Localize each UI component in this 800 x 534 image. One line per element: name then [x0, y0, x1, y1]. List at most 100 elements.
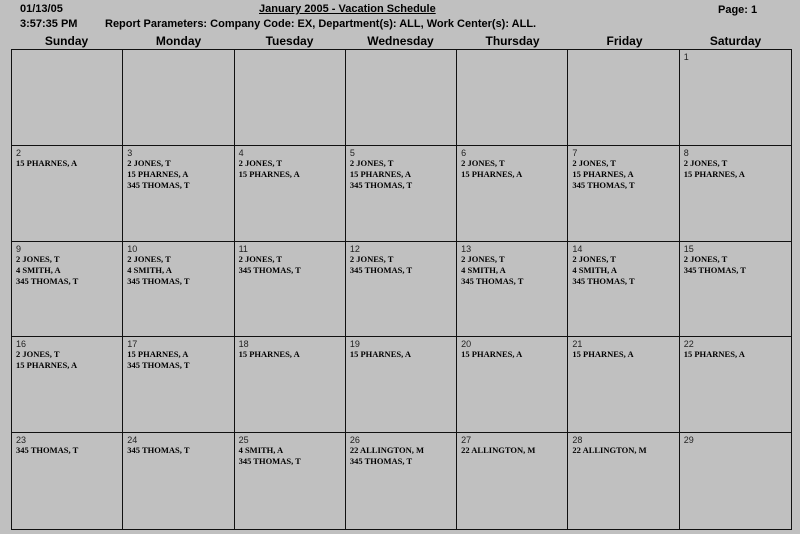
day-number: [572, 52, 674, 62]
calendar-day-15: 15 2 JONES, T 345 THOMAS, T: [679, 242, 791, 338]
day-number: 27: [461, 435, 472, 446]
day-number: 11: [238, 243, 248, 254]
vacation-entry: 345 THOMAS, T: [16, 445, 79, 456]
vacation-entry: 2 JONES, T: [16, 349, 60, 360]
calendar-day-26: 26 22 ALLINGTON, M 345 THOMAS, T: [346, 433, 458, 529]
vacation-entry: 15 PHARNES, A: [127, 168, 189, 179]
vacation-entry: 2 JONES, T: [683, 253, 728, 264]
report-date: 01/13/05: [20, 3, 63, 15]
report-time: 3:57:35 PM: [20, 18, 78, 30]
calendar-day-2: 2 15 PHARNES, A: [12, 145, 124, 242]
day-number: 4: [238, 147, 244, 158]
vacation-entry: 15 PHARNES, A: [572, 349, 634, 360]
vacation-entry: 345 THOMAS, T: [572, 275, 635, 286]
vacation-entry: 345 THOMAS, T: [127, 360, 190, 371]
day-number: 5: [349, 147, 355, 158]
vacation-entry: 2 JONES, T: [572, 157, 616, 168]
day-number: 8: [683, 147, 689, 158]
calendar-day-25: 25 4 SMITH, A 345 THOMAS, T: [235, 433, 346, 529]
vacation-entry: 4 SMITH, A: [461, 264, 506, 275]
vacation-entry: 4 SMITH, A: [238, 445, 284, 456]
day-number: 1: [683, 52, 689, 62]
day-header-tuesday: Tuesday: [265, 34, 314, 48]
day-number: 18: [238, 339, 249, 350]
vacation-entry: 345 THOMAS, T: [683, 264, 746, 275]
calendar-day-17: 17 15 PHARNES, A 345 THOMAS, T: [123, 337, 235, 434]
calendar-day-27: 27 22 ALLINGTON, M: [457, 433, 569, 529]
vacation-entry: 22 ALLINGTON, M: [572, 445, 647, 456]
vacation-entry: 4 SMITH, A: [572, 264, 618, 275]
vacation-entry: 2 JONES, T: [349, 157, 394, 168]
vacation-entry: 345 THOMAS, T: [127, 179, 190, 190]
vacation-entry: 15 PHARNES, A: [683, 168, 745, 179]
day-number: 10: [127, 243, 138, 254]
calendar-day-8: 82 JONES, T 15 PHARNES, A: [679, 146, 791, 242]
day-number: 29: [683, 435, 694, 446]
page-number: Page: 1: [718, 4, 758, 16]
vacation-entry: 15 PHARNES, A: [238, 349, 300, 360]
calendar-day-12: 12 2 JONES, T 345 THOMAS, T: [345, 241, 458, 338]
calendar-day-29: 29: [680, 433, 791, 529]
vacation-entry: 2 JONES, T: [238, 157, 283, 168]
vacation-entry: 15 PHARNES, A: [461, 349, 523, 360]
calendar-day-1: 1: [679, 50, 791, 146]
day-number: 13: [461, 243, 472, 254]
day-number: 21: [572, 339, 583, 350]
calendar-day-28: 28 22 ALLINGTON, M: [568, 433, 680, 529]
day-number: 28: [572, 435, 583, 446]
day-number: [350, 52, 452, 62]
report-title: January 2005 - Vacation Schedule: [259, 3, 436, 15]
vacation-entry: 345 THOMAS, T: [238, 264, 301, 275]
vacation-entry: 345 THOMAS, T: [16, 275, 79, 286]
calendar-day-14: 14 2 JONES, T4 SMITH, A 345 THOMAS, T: [568, 241, 680, 338]
day-number: 15: [683, 243, 694, 254]
calendar-day-18: 18 15 PHARNES, A: [234, 337, 346, 434]
calendar-day-13: 13 2 JONES, T4 SMITH, A 345 THOMAS, T: [457, 241, 569, 338]
day-number: [127, 52, 229, 62]
calendar-day-22: 22 15 PHARNES, A: [679, 337, 791, 434]
vacation-entry: 15 PHARNES, A: [127, 349, 189, 360]
day-number: 25: [238, 435, 249, 446]
vacation-entry: 2 JONES, T: [572, 253, 616, 264]
day-number: 19: [349, 339, 360, 350]
calendar-day-19: 19 15 PHARNES, A: [345, 337, 458, 434]
vacation-entry: 4 SMITH, A: [127, 264, 172, 275]
vacation-entry: 2 JONES, T: [461, 253, 505, 264]
day-header-saturday: Saturday: [709, 34, 762, 48]
calendar-day-empty: [345, 50, 458, 146]
day-header-sunday: Sunday: [44, 34, 89, 48]
calendar-day-empty: [568, 50, 680, 146]
vacation-entry: 15 PHARNES, A: [461, 168, 523, 179]
vacation-entry: 15 PHARNES, A: [238, 168, 300, 179]
vacation-entry: 345 THOMAS, T: [349, 179, 413, 190]
vacation-entry: 15 PHARNES, A: [683, 349, 745, 360]
day-number: 6: [461, 147, 467, 158]
vacation-entry: 2 JONES, T: [127, 157, 171, 168]
calendar-day-3: 32 JONES, T 15 PHARNES, A 345 THOMAS, T: [123, 145, 235, 242]
day-header-friday: Friday: [606, 34, 643, 48]
day-number: 14: [572, 243, 583, 254]
vacation-entry: 2 JONES, T: [127, 253, 171, 264]
calendar-day-5: 52 JONES, T 15 PHARNES, A 345 THOMAS, T: [345, 145, 458, 242]
day-number: 7: [572, 147, 578, 158]
calendar-day-24: 24 345 THOMAS, T: [123, 433, 235, 529]
calendar-day-6: 62 JONES, T 15 PHARNES, A: [457, 145, 569, 242]
day-number: 17: [127, 339, 138, 350]
calendar-day-9: 92 JONES, T4 SMITH, A 345 THOMAS, T: [12, 241, 124, 338]
day-number: 16: [16, 339, 27, 350]
vacation-entry: 22 ALLINGTON, M: [349, 445, 425, 456]
calendar-day-20: 20 15 PHARNES, A: [457, 337, 569, 434]
vacation-entry: 15 PHARNES, A: [16, 360, 78, 371]
calendar-day-empty: [123, 50, 235, 146]
day-number: [461, 52, 563, 62]
calendar-day-4: 42 JONES, T 15 PHARNES, A: [234, 145, 346, 242]
vacation-entry: 15 PHARNES, A: [16, 157, 78, 168]
day-number: 23: [16, 435, 27, 446]
vacation-entry: 15 PHARNES, A: [572, 168, 634, 179]
vacation-entry: 345 THOMAS, T: [572, 179, 635, 190]
calendar-day-11: 11 2 JONES, T 345 THOMAS, T: [234, 241, 346, 338]
calendar-day-10: 10 2 JONES, T4 SMITH, A 345 THOMAS, T: [123, 241, 235, 338]
vacation-entry: 2 JONES, T: [349, 253, 394, 264]
calendar-day-empty: [234, 50, 346, 146]
calendar-day-23: 23 345 THOMAS, T: [12, 433, 124, 529]
